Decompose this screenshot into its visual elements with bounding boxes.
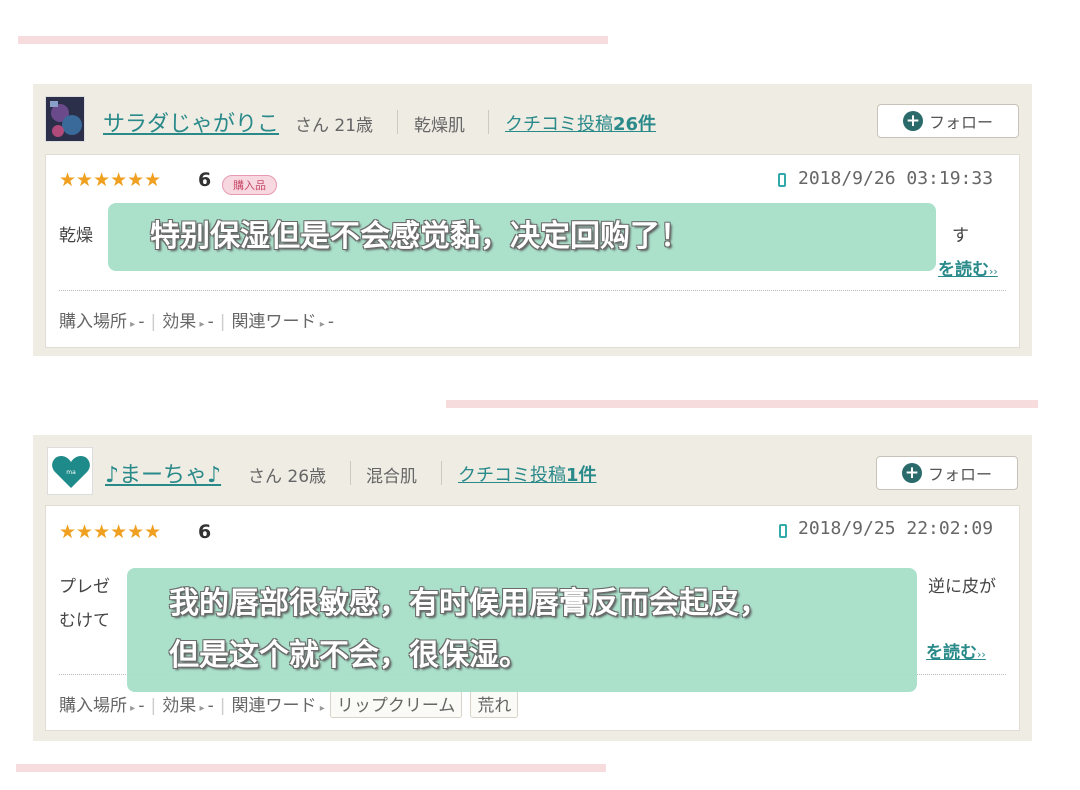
divider bbox=[441, 461, 442, 485]
place-value: - bbox=[138, 696, 145, 716]
keyword-label: 関連ワード bbox=[231, 696, 317, 716]
plus-icon: + bbox=[901, 463, 922, 483]
purchase-badge: 購入品 bbox=[222, 175, 277, 195]
heart-avatar-icon: ma bbox=[48, 448, 92, 494]
decor-bar-bottom bbox=[16, 764, 606, 772]
review-text-start: 乾燥 bbox=[59, 226, 93, 246]
follow-button[interactable]: + フォロー bbox=[876, 456, 1018, 490]
star-rating: ★★★★★★ bbox=[59, 521, 162, 543]
review-meta: 購入場所 ▸ - | 効果 ▸ - | 関連ワード ▸ - bbox=[59, 312, 335, 332]
translation-overlay: 我的唇部很敏感，有时候用唇膏反而会起皮， 但是这个就不会，很保湿。 bbox=[127, 568, 917, 692]
user-age: さん 26歳 bbox=[248, 467, 327, 487]
rating-value: 6 bbox=[198, 169, 212, 191]
post-date: 2018/9/25 22:02:09 bbox=[798, 518, 994, 539]
effect-value: - bbox=[207, 312, 214, 332]
keyword-value: - bbox=[327, 312, 335, 332]
mobile-phone-icon bbox=[778, 173, 786, 187]
star-rating: ★★★★★★ bbox=[59, 169, 162, 191]
skin-type: 乾燥肌 bbox=[414, 116, 465, 136]
review-text-end: 逆に皮が bbox=[928, 577, 996, 597]
keyword-tag[interactable]: 荒れ bbox=[470, 689, 519, 718]
overlay-line: 特别保湿但是不会感觉黏，决定回购了！ bbox=[150, 219, 690, 254]
review-count-value: 1件 bbox=[566, 465, 597, 486]
review-count-prefix: クチコミ投稿 bbox=[458, 465, 566, 486]
effect-value: - bbox=[207, 696, 214, 716]
review-text-start: プレゼ bbox=[59, 577, 110, 597]
plus-icon: + bbox=[902, 111, 923, 131]
review-text-end: す bbox=[952, 226, 969, 246]
user-age: さん 21歳 bbox=[295, 116, 374, 136]
follow-button[interactable]: + フォロー bbox=[877, 104, 1019, 138]
skin-type: 混合肌 bbox=[366, 467, 417, 487]
read-more-link[interactable]: を読む›› bbox=[938, 255, 998, 280]
review-count-link[interactable]: クチコミ投稿26件 bbox=[505, 110, 656, 136]
place-label: 購入場所 bbox=[59, 696, 127, 716]
avatar[interactable] bbox=[45, 96, 85, 142]
place-label: 購入場所 bbox=[59, 312, 127, 332]
review-count-prefix: クチコミ投稿 bbox=[505, 114, 613, 135]
effect-label: 効果 bbox=[162, 312, 197, 332]
effect-label: 効果 bbox=[162, 696, 197, 716]
translation-overlay: 特别保湿但是不会感觉黏，决定回购了！ bbox=[108, 203, 936, 271]
avatar-image bbox=[46, 97, 84, 141]
read-more-label: を読む bbox=[938, 260, 989, 280]
review-text-continued: むけて bbox=[59, 611, 110, 631]
username-link[interactable]: ♪まーちゃ♪ bbox=[105, 457, 221, 489]
review-count-value: 26件 bbox=[613, 114, 657, 135]
read-more-label: を読む bbox=[926, 643, 977, 663]
follow-label: フォロー bbox=[928, 113, 993, 132]
decor-bar-top bbox=[18, 36, 608, 44]
avatar[interactable]: ma bbox=[47, 447, 93, 495]
overlay-line: 我的唇部很敏感，有时候用唇膏反而会起皮， bbox=[169, 586, 769, 621]
follow-label: フォロー bbox=[927, 465, 992, 484]
divider bbox=[350, 461, 351, 485]
keyword-tag[interactable]: リップクリーム bbox=[329, 689, 463, 718]
rating-value: 6 bbox=[198, 521, 212, 543]
overlay-line: 但是这个就不会，很保湿。 bbox=[169, 638, 529, 673]
review-meta: 購入場所 ▸ - | 効果 ▸ - | 関連ワード ▸ リップクリーム 荒れ bbox=[59, 689, 519, 718]
dotted-divider bbox=[59, 290, 1006, 291]
post-date: 2018/9/26 03:19:33 bbox=[798, 168, 994, 189]
keyword-label: 関連ワード bbox=[231, 312, 317, 332]
svg-text:ma: ma bbox=[66, 469, 76, 476]
place-value: - bbox=[138, 312, 145, 332]
mobile-phone-icon bbox=[779, 524, 787, 538]
divider bbox=[397, 110, 398, 134]
review-count-link[interactable]: クチコミ投稿1件 bbox=[458, 461, 597, 487]
divider bbox=[488, 110, 489, 134]
read-more-link[interactable]: を読む›› bbox=[926, 638, 986, 663]
decor-bar-middle bbox=[446, 400, 1038, 408]
username-link[interactable]: サラダじゃがりこ bbox=[103, 106, 279, 138]
